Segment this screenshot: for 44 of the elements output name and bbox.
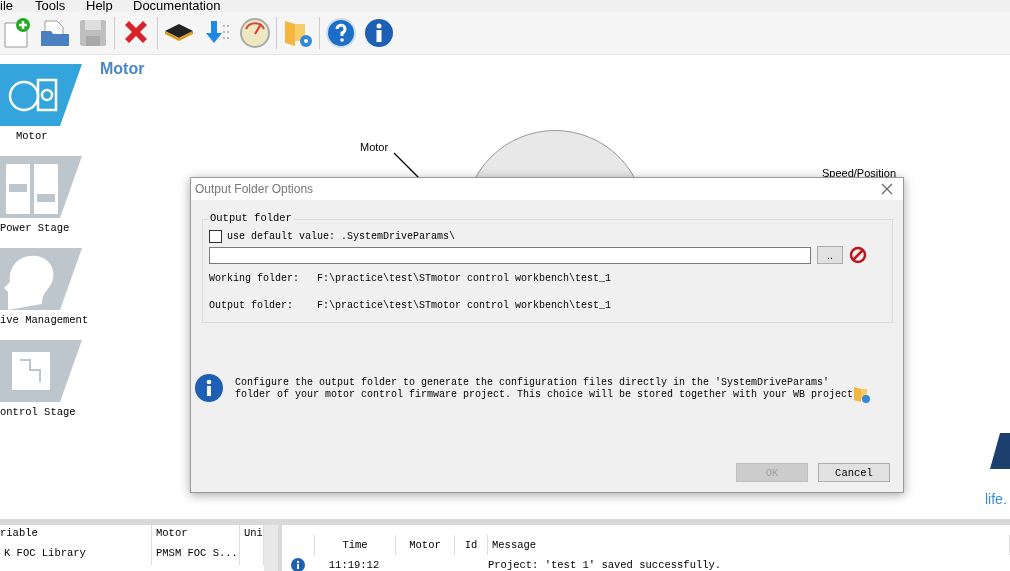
- info-text: Configure the output folder to generate the configuration files directly in the 'SystemDriveParams': [235, 376, 830, 388]
- diagram-label: Speed/Position: [822, 167, 896, 179]
- info-icon: [195, 374, 223, 402]
- gauge-icon[interactable]: [238, 16, 272, 50]
- menu-item[interactable]: Help: [86, 0, 133, 12]
- sidebar-item[interactable]: Power Stage: [0, 156, 92, 238]
- diagram-label: Motor: [360, 141, 389, 153]
- column-header[interactable]: Id: [455, 535, 488, 555]
- column-header[interactable]: Motor: [152, 525, 240, 545]
- table-cell-text: Project: 'test 1' saved successfully.: [487, 559, 723, 571]
- checkbox[interactable]: [209, 230, 222, 243]
- cancel-button[interactable]: Cancel: [818, 463, 890, 482]
- sidebar-item[interactable]: ive Management: [0, 248, 92, 330]
- checkbox-label: use default value: .SystemDriveParams\: [227, 231, 456, 242]
- page-title: Motor: [100, 60, 145, 78]
- menu-item[interactable]: Documentation: [133, 0, 221, 12]
- diagram-label: life.: [985, 491, 1007, 507]
- dialog-title: Output Folder Options: [195, 182, 314, 196]
- table-cell-text: 11:19:12: [327, 559, 381, 571]
- field-label: Working folder:: [209, 273, 300, 284]
- column-header[interactable]: Time: [315, 535, 396, 555]
- menu-item[interactable]: ile: [0, 0, 35, 12]
- logo-shape: [990, 433, 1010, 469]
- column-header[interactable]: Message: [488, 535, 1010, 555]
- group-title: Output folder: [208, 212, 294, 224]
- column-header[interactable]: Motor: [396, 535, 455, 555]
- sidebar-item[interactable]: Motor: [0, 64, 92, 146]
- scrollbar[interactable]: [264, 525, 278, 571]
- folder-path: F:\practice\test\STmotor control workbench\test_1: [317, 273, 612, 284]
- folder-path: F:\practice\test\STmotor control workbench\test_1: [317, 300, 612, 311]
- column-header[interactable]: riable: [0, 525, 152, 545]
- sidebar-item[interactable]: ontrol Stage: [0, 340, 92, 422]
- folder-gear-icon: [853, 385, 872, 403]
- browse-button[interactable]: ..: [817, 246, 843, 264]
- path-field[interactable]: [209, 246, 811, 264]
- info-text: folder of your motor control firmware project. This choice will be stored together with your WB project: [235, 388, 854, 400]
- close-icon[interactable]: [881, 183, 893, 195]
- table-cell: PMSM FOC S...: [152, 545, 240, 565]
- info-icon[interactable]: [362, 16, 396, 50]
- help-icon[interactable]: [324, 16, 358, 50]
- clear-icon[interactable]: [849, 246, 867, 264]
- table-cell: K FOC Library: [0, 545, 152, 565]
- field-label: Output folder:: [209, 300, 294, 311]
- menu-item[interactable]: Tools: [35, 0, 86, 12]
